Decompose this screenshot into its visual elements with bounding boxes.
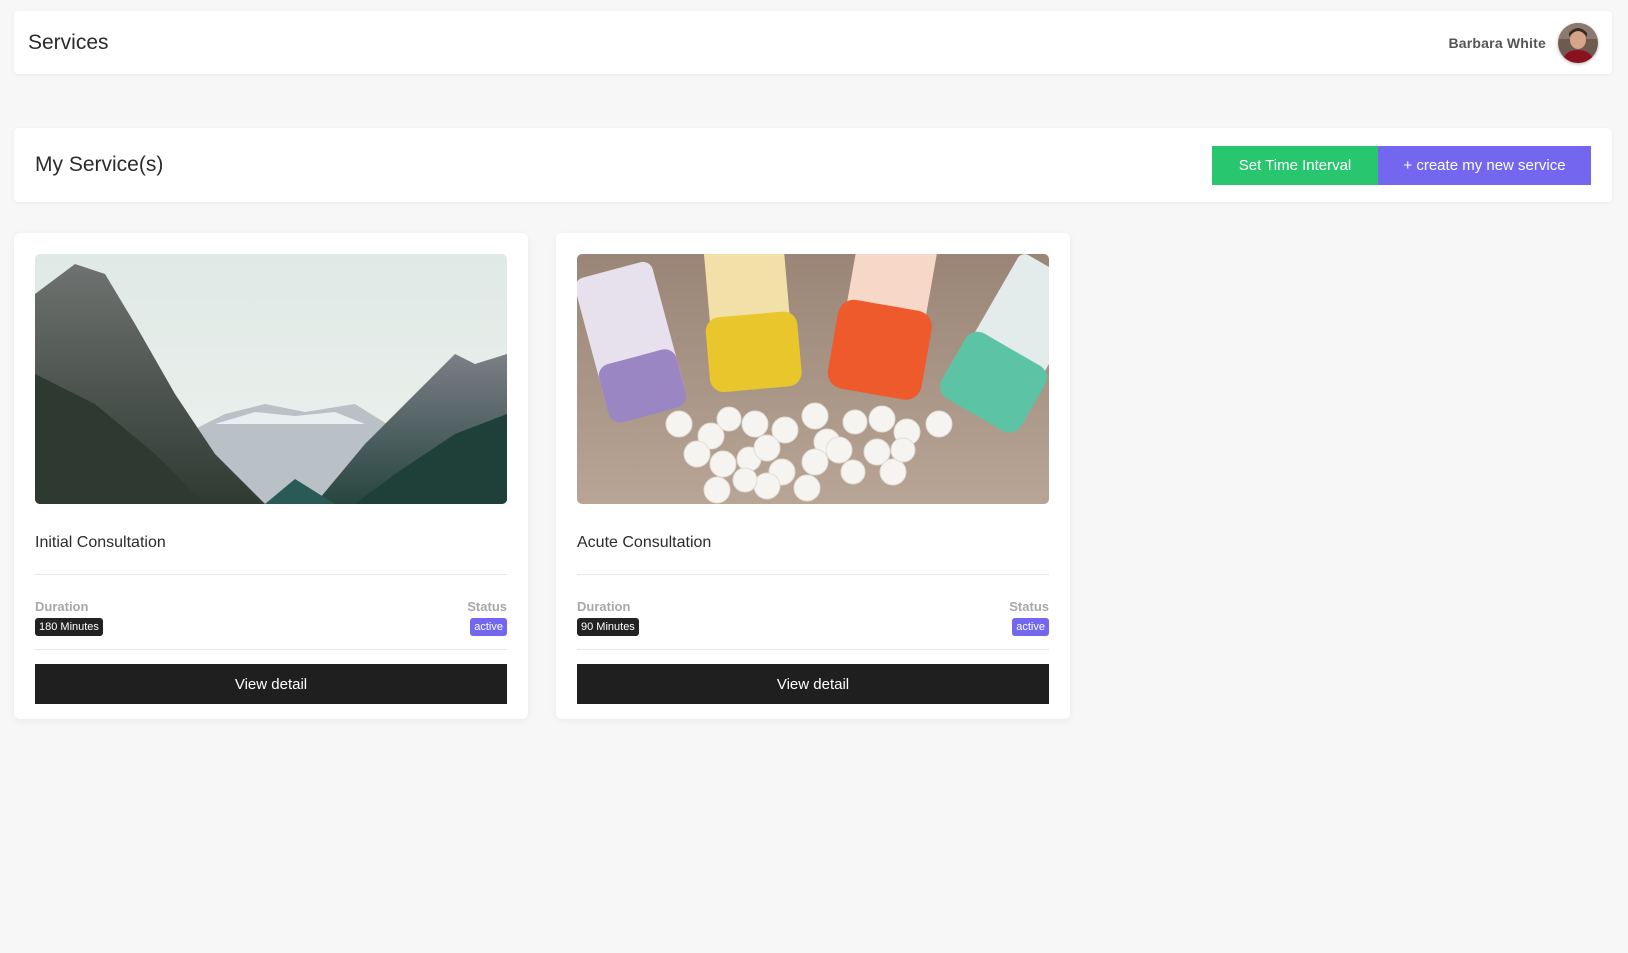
duration-badge: 90 Minutes [577, 618, 639, 636]
set-time-interval-button[interactable]: Set Time Interval [1212, 145, 1378, 185]
page-title: Services [28, 30, 109, 54]
duration-badge: 180 Minutes [35, 618, 103, 636]
service-meta: Duration 180 Minutes Status active [35, 599, 507, 636]
service-card: Acute Consultation Duration 90 Minutes S… [556, 233, 1070, 719]
service-meta: Duration 90 Minutes Status active [577, 599, 1049, 636]
service-card: Initial Consultation Duration 180 Minute… [14, 233, 528, 719]
duration-label: Duration [577, 599, 631, 614]
service-title: Acute Consultation [577, 534, 712, 551]
duration-label: Duration [35, 599, 89, 614]
status-label: Status [467, 599, 507, 614]
duration-block: Duration 180 Minutes [35, 599, 103, 636]
status-badge: active [1012, 618, 1049, 636]
divider [35, 574, 507, 575]
top-navbar: Services Barbara White [14, 11, 1612, 74]
user-name[interactable]: Barbara White [1448, 35, 1546, 51]
status-label: Status [1009, 599, 1049, 614]
header-actions: Set Time Interval + create my new servic… [1212, 145, 1591, 185]
status-badge: active [470, 618, 507, 636]
service-title: Initial Consultation [35, 534, 166, 551]
status-block: Status active [1009, 599, 1049, 636]
divider [577, 574, 1049, 575]
section-heading: My Service(s) [35, 153, 164, 176]
user-menu[interactable]: Barbara White [1448, 22, 1598, 63]
service-image-mountains [35, 254, 507, 504]
view-detail-button[interactable]: View detail [35, 664, 507, 704]
divider [577, 649, 1049, 650]
create-service-button[interactable]: + create my new service [1378, 145, 1591, 185]
divider [35, 649, 507, 650]
status-block: Status active [467, 599, 507, 636]
view-detail-button[interactable]: View detail [577, 664, 1049, 704]
services-header: My Service(s) Set Time Interval + create… [14, 128, 1612, 202]
service-image-pills [577, 254, 1049, 504]
duration-block: Duration 90 Minutes [577, 599, 639, 636]
avatar[interactable] [1558, 22, 1598, 63]
